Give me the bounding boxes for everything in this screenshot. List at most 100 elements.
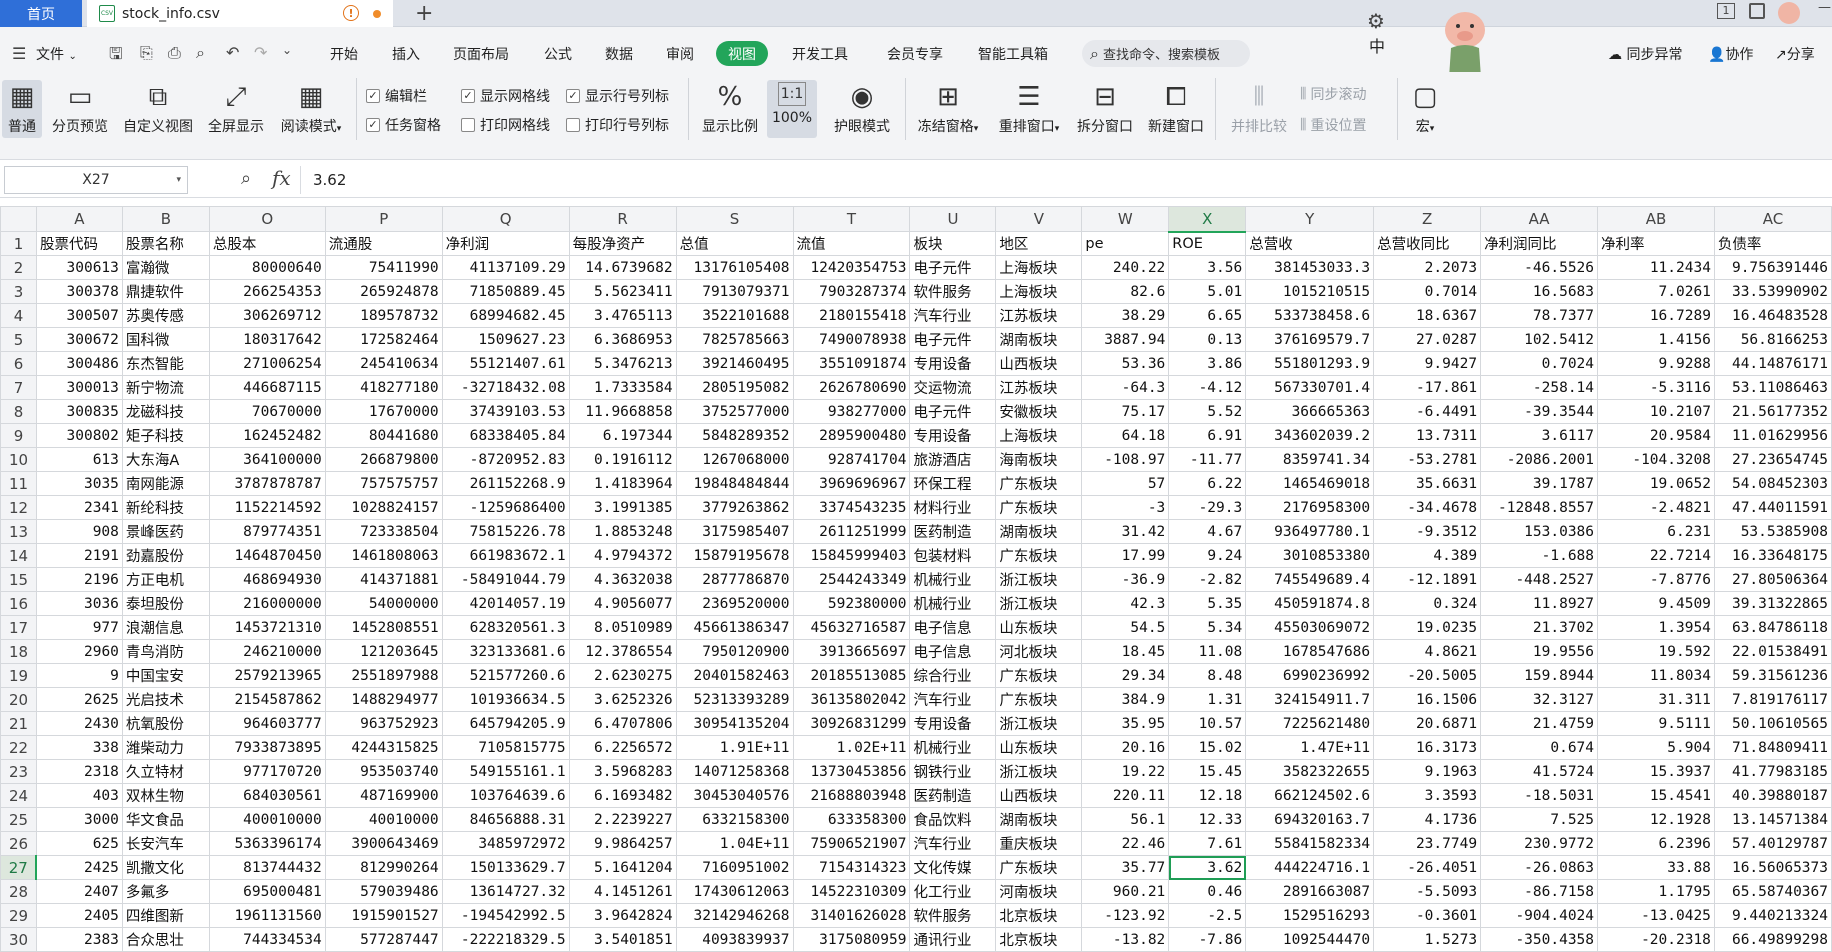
table-cell[interactable]: 中国宝安 [121,663,210,688]
table-cell[interactable]: 2405 [35,903,123,928]
table-cell[interactable]: -5.3116 [1597,375,1715,400]
table-cell[interactable]: 592380000 [792,591,911,616]
table-cell[interactable]: 908 [35,519,123,544]
row-header[interactable]: 12 [0,495,37,520]
column-header-W[interactable]: W [1081,206,1170,232]
table-cell[interactable]: 6.22 [1168,471,1247,496]
table-cell[interactable]: 938277000 [792,399,911,424]
table-cell[interactable]: -12.1891 [1373,567,1482,592]
table-cell[interactable]: 食品饮料 [909,807,997,832]
table-cell[interactable]: 龙磁科技 [121,399,210,424]
table-cell[interactable]: 271006254 [208,351,326,376]
table-cell[interactable]: 1.8853248 [568,519,677,544]
table-cell[interactable]: 5363396174 [208,831,326,856]
table-cell[interactable]: 2579213965 [208,663,326,688]
table-cell[interactable]: 54.5 [1081,615,1170,640]
table-cell[interactable]: 21.4759 [1480,711,1599,736]
table-cell[interactable]: 2369520000 [675,591,794,616]
fx-icon[interactable]: fx [272,166,291,190]
header-cell[interactable]: 每股净资产 [568,231,677,256]
collaborate-button[interactable]: 👤协作 [1708,44,1753,64]
table-cell[interactable]: 45661386347 [675,615,794,640]
table-cell[interactable]: 3.9642824 [568,903,677,928]
table-cell[interactable]: 1.31 [1168,687,1247,712]
column-header-Y[interactable]: Y [1245,206,1375,232]
table-cell[interactable]: 633358300 [792,807,911,832]
column-header-X[interactable]: X [1168,206,1247,233]
table-cell[interactable]: 33.53990902 [1713,279,1832,304]
table-cell[interactable]: 384.9 [1081,687,1170,712]
row-header[interactable]: 10 [0,447,37,472]
table-cell[interactable]: 15.4541 [1597,783,1715,808]
menu-page-layout[interactable]: 页面布局 [453,44,509,64]
table-cell[interactable]: 17430612063 [675,879,794,904]
table-cell[interactable]: 17.99 [1081,543,1170,568]
table-cell[interactable]: 东杰智能 [121,351,210,376]
table-cell[interactable]: 19.0235 [1373,615,1482,640]
header-cell[interactable]: 流通股 [324,231,443,256]
table-cell[interactable]: -3 [1081,495,1170,520]
table-cell[interactable]: 20.16 [1081,735,1170,760]
table-cell[interactable]: 大东海A [121,447,210,472]
table-cell[interactable]: 36135802042 [792,687,911,712]
column-header-Q[interactable]: Q [441,206,570,232]
table-cell[interactable]: 3900643469 [324,831,443,856]
table-cell[interactable]: 15879195678 [675,543,794,568]
header-cell[interactable]: 净利润 [441,231,570,256]
column-header-U[interactable]: U [909,206,997,232]
table-cell[interactable]: 旅游酒店 [909,447,997,472]
table-cell[interactable]: 80441680 [324,423,443,448]
table-cell[interactable]: -17.861 [1373,375,1482,400]
table-cell[interactable]: -26.0863 [1480,855,1599,880]
table-cell[interactable]: 5.35 [1168,591,1247,616]
table-cell[interactable]: 446687115 [208,375,326,400]
table-cell[interactable]: 6.4707806 [568,711,677,736]
redo-icon[interactable]: ↷ [254,43,267,62]
table-cell[interactable]: 化工行业 [909,879,997,904]
row-header[interactable]: 9 [0,423,37,448]
table-cell[interactable]: -350.4358 [1480,927,1599,952]
table-cell[interactable]: 2805195082 [675,375,794,400]
table-cell[interactable]: 343602039.2 [1245,423,1375,448]
table-cell[interactable]: 68994682.45 [441,303,570,328]
table-cell[interactable]: 3175985407 [675,519,794,544]
table-cell[interactable]: 71850889.45 [441,279,570,304]
table-cell[interactable]: 17670000 [324,399,443,424]
table-cell[interactable]: 963752923 [324,711,443,736]
table-cell[interactable]: 16.33648175 [1713,543,1832,568]
table-cell[interactable]: 300013 [35,375,123,400]
row-header[interactable]: 21 [0,711,37,736]
settings-gear-icon[interactable]: ⚙ [1367,9,1385,33]
table-cell[interactable]: 1961131560 [208,903,326,928]
table-cell[interactable]: -448.2527 [1480,567,1599,592]
table-cell[interactable]: 324154911.7 [1245,687,1375,712]
table-cell[interactable]: 7105815775 [441,735,570,760]
table-cell[interactable]: 1092544470 [1245,927,1375,952]
table-cell[interactable]: 30954135204 [675,711,794,736]
table-cell[interactable]: 2383 [35,927,123,952]
table-cell[interactable]: -1259686400 [441,495,570,520]
table-cell[interactable]: 577287447 [324,927,443,952]
table-cell[interactable]: 3.6252326 [568,687,677,712]
table-cell[interactable]: 16.7289 [1597,303,1715,328]
table-cell[interactable]: 电子元件 [909,327,997,352]
table-cell[interactable]: -258.14 [1480,375,1599,400]
table-cell[interactable]: 960.21 [1081,879,1170,904]
row-header[interactable]: 27 [0,855,38,880]
table-cell[interactable]: 7490078938 [792,327,911,352]
table-cell[interactable]: 海南板块 [995,447,1083,472]
table-cell[interactable]: 57 [1081,471,1170,496]
table-cell[interactable]: 泰坦股份 [121,591,210,616]
table-cell[interactable]: 19.592 [1597,639,1715,664]
header-cell[interactable]: 负债率 [1713,231,1832,256]
table-cell[interactable]: 4.389 [1373,543,1482,568]
table-cell[interactable]: 2.6230275 [568,663,677,688]
table-cell[interactable]: 757575757 [324,471,443,496]
table-cell[interactable]: -7.86 [1168,927,1247,952]
table-cell[interactable]: -6.4491 [1373,399,1482,424]
column-header-B[interactable]: B [121,206,210,232]
table-cell[interactable]: 浙江板块 [995,759,1083,784]
table-cell[interactable]: -58491044.79 [441,567,570,592]
new-tab-icon[interactable]: + [415,1,433,26]
table-cell[interactable]: 北京板块 [995,903,1083,928]
